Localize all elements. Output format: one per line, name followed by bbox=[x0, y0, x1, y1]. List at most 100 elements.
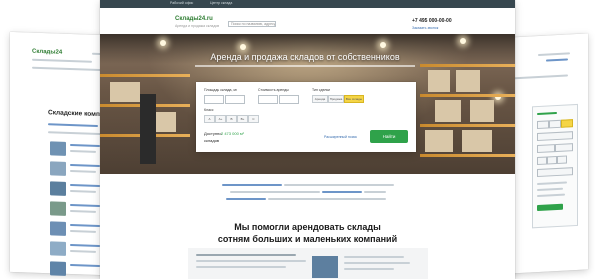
info-link-line[interactable] bbox=[226, 198, 266, 200]
result-label: Доступно bbox=[204, 131, 222, 136]
filter-text bbox=[537, 193, 565, 198]
deal-type-label: Тип сделки bbox=[312, 88, 330, 92]
deal-chip-sale[interactable]: Продажа bbox=[328, 95, 344, 103]
listing-title[interactable] bbox=[70, 164, 100, 168]
header-phone[interactable]: +7 495 000-00-00 bbox=[412, 18, 452, 24]
listing-title[interactable] bbox=[70, 204, 100, 208]
pallet-box bbox=[110, 82, 140, 102]
listing-desc bbox=[70, 170, 96, 173]
hero-subtitle-line bbox=[195, 65, 415, 67]
card-text-line bbox=[344, 256, 404, 258]
listing-desc bbox=[70, 230, 96, 233]
filter-panel-title bbox=[537, 112, 557, 116]
filter-chip[interactable] bbox=[547, 156, 557, 165]
area-to-input[interactable] bbox=[225, 95, 245, 104]
search-form: Площадь склада, м² Стоимость аренды Тип … bbox=[196, 82, 416, 152]
filter-field[interactable] bbox=[537, 144, 555, 154]
forklift bbox=[140, 94, 156, 164]
top-bar: Рабочий офис Центр склада bbox=[100, 0, 515, 8]
ceiling-lamp bbox=[240, 44, 246, 50]
area-from-input[interactable] bbox=[204, 95, 224, 104]
left-page-filter-line-2 bbox=[48, 131, 104, 136]
card-text-line bbox=[196, 254, 296, 256]
class-chip-c[interactable]: C bbox=[248, 115, 259, 123]
callback-link[interactable]: Заказать звонок bbox=[412, 26, 438, 30]
rack-beam bbox=[420, 154, 515, 157]
right-page-callback-line[interactable] bbox=[546, 58, 568, 62]
pallet-box bbox=[425, 130, 453, 152]
listing-title[interactable] bbox=[70, 264, 100, 268]
listing-desc bbox=[70, 210, 96, 213]
info-link-line[interactable] bbox=[222, 184, 282, 186]
deal-chip-all[interactable]: Все склады bbox=[344, 95, 364, 103]
main-page: Рабочий офис Центр склада Склады24.ru Ар… bbox=[100, 0, 515, 279]
info-text-line bbox=[230, 191, 320, 193]
info-link-line[interactable] bbox=[322, 191, 362, 193]
listing-thumbnail[interactable] bbox=[50, 201, 66, 216]
info-text-line bbox=[284, 184, 394, 186]
class-chip-a[interactable]: A bbox=[204, 115, 215, 123]
filter-chip[interactable] bbox=[557, 155, 567, 165]
listing-desc bbox=[70, 190, 96, 193]
price-from-input[interactable] bbox=[258, 95, 278, 104]
listing-thumbnail[interactable] bbox=[50, 141, 66, 156]
info-text-line bbox=[268, 198, 386, 200]
topbar-link-office[interactable]: Рабочий офис bbox=[170, 1, 193, 5]
right-page-filter-panel bbox=[532, 103, 578, 229]
listing-thumbnail[interactable] bbox=[50, 181, 66, 196]
ceiling-lamp bbox=[380, 42, 386, 48]
ceiling-lamp bbox=[460, 38, 466, 44]
class-chip-b[interactable]: B bbox=[226, 115, 237, 123]
price-to-input[interactable] bbox=[279, 95, 299, 104]
class-chip-a-plus[interactable]: A+ bbox=[215, 115, 226, 123]
filter-chip[interactable] bbox=[537, 156, 547, 166]
find-button-label: Найти bbox=[382, 134, 396, 139]
site-tagline: Аренда и продажа складов bbox=[175, 24, 220, 28]
filter-field[interactable] bbox=[555, 143, 573, 153]
find-button[interactable]: Найти bbox=[370, 130, 408, 143]
info-section bbox=[100, 174, 515, 214]
listing-title[interactable] bbox=[70, 244, 100, 248]
listing-title[interactable] bbox=[70, 144, 100, 148]
filter-option[interactable] bbox=[537, 120, 549, 130]
listing-thumbnail[interactable] bbox=[50, 241, 66, 256]
filter-option[interactable] bbox=[549, 119, 561, 129]
left-page-filter-line[interactable] bbox=[48, 123, 98, 127]
site-logo[interactable]: Склады24.ru bbox=[175, 16, 213, 22]
class-label: Класс bbox=[204, 108, 214, 112]
listing-title[interactable] bbox=[70, 224, 100, 228]
price-label: Стоимость аренды bbox=[258, 88, 289, 92]
filter-apply-button[interactable] bbox=[537, 203, 563, 212]
section-headline-line-1: Мы помогли арендовать склады bbox=[234, 222, 381, 232]
result-count: 2 473 000 м² bbox=[221, 131, 244, 136]
search-input[interactable]: Поиск по названию, адресу bbox=[228, 21, 276, 27]
hero-banner: Аренда и продажа складов от собственнико… bbox=[100, 34, 515, 174]
testimonial-card bbox=[188, 248, 428, 279]
filter-field[interactable] bbox=[537, 131, 573, 142]
pallet-box bbox=[462, 130, 492, 152]
pallet-box bbox=[428, 70, 450, 92]
card-photo bbox=[312, 256, 338, 278]
right-page-phone-line bbox=[538, 52, 570, 56]
listing-desc bbox=[70, 250, 96, 253]
listing-thumbnail[interactable] bbox=[50, 261, 66, 276]
section-headline-line-2: сотням больших и маленьких компаний bbox=[217, 234, 398, 244]
card-text-line bbox=[344, 262, 410, 264]
rack-beam bbox=[420, 94, 515, 97]
rack-beam bbox=[420, 64, 515, 67]
topbar-link-center[interactable]: Центр склада bbox=[210, 1, 232, 5]
advanced-search-link[interactable]: Расширенный поиск bbox=[324, 135, 357, 139]
card-text-line bbox=[196, 260, 306, 262]
card-text-line bbox=[196, 266, 286, 268]
listing-title[interactable] bbox=[70, 184, 100, 188]
deal-chip-rent[interactable]: Аренда bbox=[312, 95, 328, 103]
filter-option-active[interactable] bbox=[561, 119, 573, 128]
filter-field[interactable] bbox=[537, 167, 573, 178]
listing-thumbnail[interactable] bbox=[50, 221, 66, 236]
area-label: Площадь склада, м² bbox=[204, 88, 238, 92]
listing-thumbnail[interactable] bbox=[50, 161, 66, 176]
class-chip-b-plus[interactable]: B+ bbox=[237, 115, 248, 123]
hero-title: Аренда и продажа складов от собственнико… bbox=[210, 52, 400, 62]
site-header: Склады24.ru Аренда и продажа складов Пои… bbox=[100, 8, 515, 35]
left-page-breadcrumb bbox=[32, 58, 92, 63]
